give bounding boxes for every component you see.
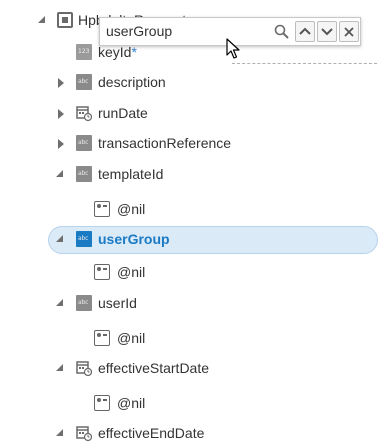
string-type-icon: [76, 231, 92, 247]
tree-node-label: transactionReference: [98, 135, 232, 151]
tree-node-templateId[interactable]: templateId: [0, 162, 380, 188]
string-type-icon: [76, 295, 92, 311]
attribute-icon: [94, 330, 110, 346]
expand-toggle-icon[interactable]: [58, 139, 64, 149]
drop-indicator-line: [232, 63, 377, 64]
tree-node-label: templateId: [98, 166, 164, 182]
tree-node-label: effectiveEndDate: [98, 425, 205, 441]
search-icon[interactable]: [272, 21, 292, 42]
tree-node-effectiveEndDate[interactable]: effectiveEndDate: [0, 421, 380, 447]
tree-node-description[interactable]: description: [0, 70, 380, 96]
search-input[interactable]: [106, 23, 266, 39]
tree-node-label: @nil: [117, 201, 146, 217]
object-icon: [57, 12, 73, 28]
tree-node-nil[interactable]: @nil: [0, 197, 380, 223]
expand-toggle-icon[interactable]: [56, 235, 63, 242]
tree-node-nil[interactable]: @nil: [0, 260, 380, 286]
chevron-down-icon[interactable]: [317, 21, 337, 42]
mouse-cursor-icon: [226, 38, 242, 63]
tree-node-transactionReference[interactable]: transactionReference: [0, 131, 380, 157]
tree-node-runDate[interactable]: runDate: [0, 101, 380, 127]
tree-node-label: userId: [98, 295, 137, 311]
attribute-icon: [94, 201, 110, 217]
string-type-icon: [76, 135, 92, 151]
expand-toggle-icon[interactable]: [38, 16, 45, 23]
tree-node-userId[interactable]: userId: [0, 291, 380, 317]
close-icon[interactable]: [339, 21, 359, 42]
expand-toggle-icon[interactable]: [56, 429, 63, 436]
tree-node-label: effectiveStartDate: [98, 360, 210, 376]
number-type-icon: [76, 44, 92, 60]
chevron-up-icon[interactable]: [295, 21, 315, 42]
string-type-icon: [76, 74, 92, 90]
expand-toggle-icon[interactable]: [56, 364, 63, 371]
tree-node-label: description: [98, 74, 166, 90]
expand-toggle-icon[interactable]: [56, 170, 63, 177]
tree-node-nil[interactable]: @nil: [0, 391, 380, 417]
tree-node-label: @nil: [117, 395, 146, 411]
attribute-icon: [94, 264, 110, 280]
date-type-icon: [76, 105, 92, 121]
expand-toggle-icon[interactable]: [58, 109, 64, 119]
string-type-icon: [76, 166, 92, 182]
required-marker: *: [131, 44, 137, 60]
tree-node-label: userGroup: [98, 231, 170, 247]
tree-node-label: runDate: [98, 105, 148, 121]
attribute-icon: [94, 395, 110, 411]
tree-node-label: @nil: [117, 264, 146, 280]
tree-node-label: keyId*: [98, 44, 137, 60]
tree-node-label: @nil: [117, 330, 146, 346]
date-type-icon: [76, 360, 92, 376]
tree-node-nil[interactable]: @nil: [0, 326, 380, 352]
tree-node-userGroup[interactable]: userGroup: [0, 227, 380, 253]
expand-toggle-icon[interactable]: [58, 78, 64, 88]
date-type-icon: [76, 425, 92, 441]
expand-toggle-icon[interactable]: [56, 299, 63, 306]
tree-node-effectiveStartDate[interactable]: effectiveStartDate: [0, 356, 380, 382]
